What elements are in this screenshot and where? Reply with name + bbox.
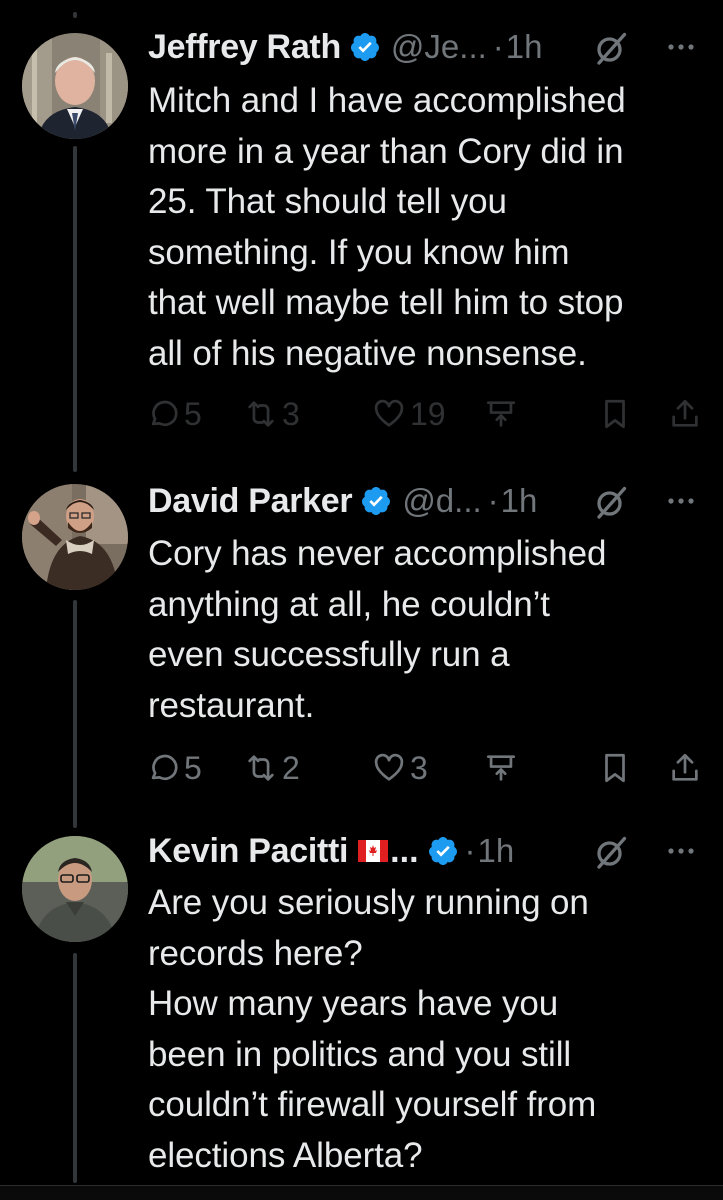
reply-count: 5 bbox=[184, 395, 202, 432]
bookmark-icon bbox=[605, 399, 625, 429]
repost-count: 3 bbox=[282, 395, 300, 432]
reply-button[interactable]: 5 bbox=[146, 746, 202, 790]
tweet-text-line: restaurant. bbox=[148, 685, 315, 725]
tweet-jeffrey-rath[interactable]: Jeffrey Rath @Je... · 1h Mitch and I hav… bbox=[0, 0, 723, 470]
tweet-text: Cory has never accomplished anything at … bbox=[148, 529, 708, 731]
repost-button[interactable]: 3 bbox=[244, 392, 300, 436]
separator: · bbox=[487, 482, 499, 519]
tweet-david-parker[interactable]: David Parker @d... · 1h Cory has never a… bbox=[0, 470, 723, 830]
tweet-text-line: anything at all, he couldn’t bbox=[148, 584, 550, 624]
more-icon[interactable] bbox=[663, 32, 699, 62]
avatar[interactable] bbox=[22, 484, 128, 590]
display-name[interactable]: Kevin Pacitti bbox=[148, 832, 348, 871]
avatar[interactable] bbox=[22, 836, 128, 942]
tweet-text-line: been in politics and you still bbox=[148, 1034, 572, 1074]
share-icon bbox=[672, 753, 698, 781]
canada-flag-icon bbox=[358, 840, 389, 862]
tweet-kevin-pacitti[interactable]: Kevin Pacitti ... · 1h Are you seriously… bbox=[0, 826, 723, 1186]
action-bar: 5 3 19 bbox=[146, 392, 706, 436]
tweet-text-line: that well maybe tell him to stop bbox=[148, 283, 624, 322]
avatar[interactable] bbox=[22, 33, 128, 139]
verified-badge-icon bbox=[350, 33, 379, 61]
tweet-text: Are you seriously running on records her… bbox=[148, 878, 708, 1181]
tweet-text-line: How many years have you bbox=[148, 984, 559, 1023]
repost-icon bbox=[248, 755, 274, 781]
more-icon[interactable] bbox=[663, 836, 699, 866]
handle[interactable]: @d... bbox=[402, 482, 481, 520]
tweet-header: David Parker @d... · 1h bbox=[148, 476, 703, 526]
like-button[interactable]: 3 bbox=[372, 746, 428, 790]
like-icon bbox=[374, 399, 404, 427]
tweet-header: Kevin Pacitti ... · 1h bbox=[148, 826, 703, 876]
bookmark-button[interactable] bbox=[598, 746, 632, 790]
grok-icon[interactable] bbox=[593, 484, 629, 520]
like-icon bbox=[374, 753, 404, 781]
reply-count: 5 bbox=[184, 749, 202, 786]
analytics-button[interactable] bbox=[484, 392, 518, 436]
repost-count: 2 bbox=[282, 749, 300, 786]
repost-button[interactable]: 2 bbox=[244, 746, 300, 790]
tweet-text-line: 25. That should tell you bbox=[148, 182, 507, 221]
analytics-icon bbox=[486, 755, 516, 781]
like-count: 19 bbox=[410, 395, 446, 432]
tweet-text-line: Cory has never accomplished bbox=[148, 534, 607, 573]
bookmark-button[interactable] bbox=[598, 392, 632, 436]
bottom-edge bbox=[0, 1185, 723, 1200]
handle[interactable]: @Je... bbox=[391, 28, 487, 66]
timestamp[interactable]: 1h bbox=[506, 28, 543, 66]
reply-icon bbox=[151, 754, 178, 781]
tweet-text-line: elections Alberta? bbox=[148, 1135, 423, 1175]
reply-icon bbox=[151, 400, 178, 427]
timestamp[interactable]: 1h bbox=[501, 482, 538, 520]
bookmark-icon bbox=[605, 753, 625, 783]
separator: · bbox=[464, 832, 476, 869]
verified-badge-icon bbox=[362, 487, 391, 515]
share-button[interactable] bbox=[668, 392, 702, 436]
grok-icon[interactable] bbox=[593, 834, 629, 870]
action-bar: 5 2 3 bbox=[146, 746, 706, 790]
share-icon bbox=[672, 399, 698, 427]
reply-button[interactable]: 5 bbox=[146, 392, 202, 436]
tweet-text-line: all of his negative nonsense. bbox=[148, 333, 587, 373]
display-name[interactable]: David Parker bbox=[148, 482, 353, 521]
name-ellipsis: ... bbox=[390, 831, 419, 870]
tweet-text-line: more in a year than Cory did in bbox=[148, 131, 624, 171]
separator: · bbox=[492, 28, 504, 65]
share-button[interactable] bbox=[668, 746, 702, 790]
tweet-text-line: even successfully run a bbox=[148, 635, 510, 674]
tweet-text-line: Are you seriously running on bbox=[148, 883, 589, 922]
repost-icon bbox=[248, 401, 274, 427]
like-button[interactable]: 19 bbox=[372, 392, 446, 436]
tweet-text-line: something. If you know him bbox=[148, 232, 570, 272]
like-count: 3 bbox=[410, 749, 428, 786]
display-name[interactable]: Jeffrey Rath bbox=[148, 28, 341, 67]
timestamp[interactable]: 1h bbox=[478, 832, 515, 870]
tweet-text: Mitch and I have accomplished more in a … bbox=[148, 76, 708, 379]
tweet-text-line: couldn’t firewall yourself from bbox=[148, 1085, 597, 1124]
tweet-header: Jeffrey Rath @Je... · 1h bbox=[148, 22, 703, 72]
analytics-button[interactable] bbox=[484, 746, 518, 790]
tweet-text-line: Mitch and I have accomplished bbox=[148, 81, 626, 120]
tweet-text-line: records here? bbox=[148, 933, 363, 973]
grok-icon[interactable] bbox=[593, 30, 629, 66]
more-icon[interactable] bbox=[663, 486, 699, 516]
verified-badge-icon bbox=[428, 837, 457, 865]
analytics-icon bbox=[486, 401, 516, 427]
